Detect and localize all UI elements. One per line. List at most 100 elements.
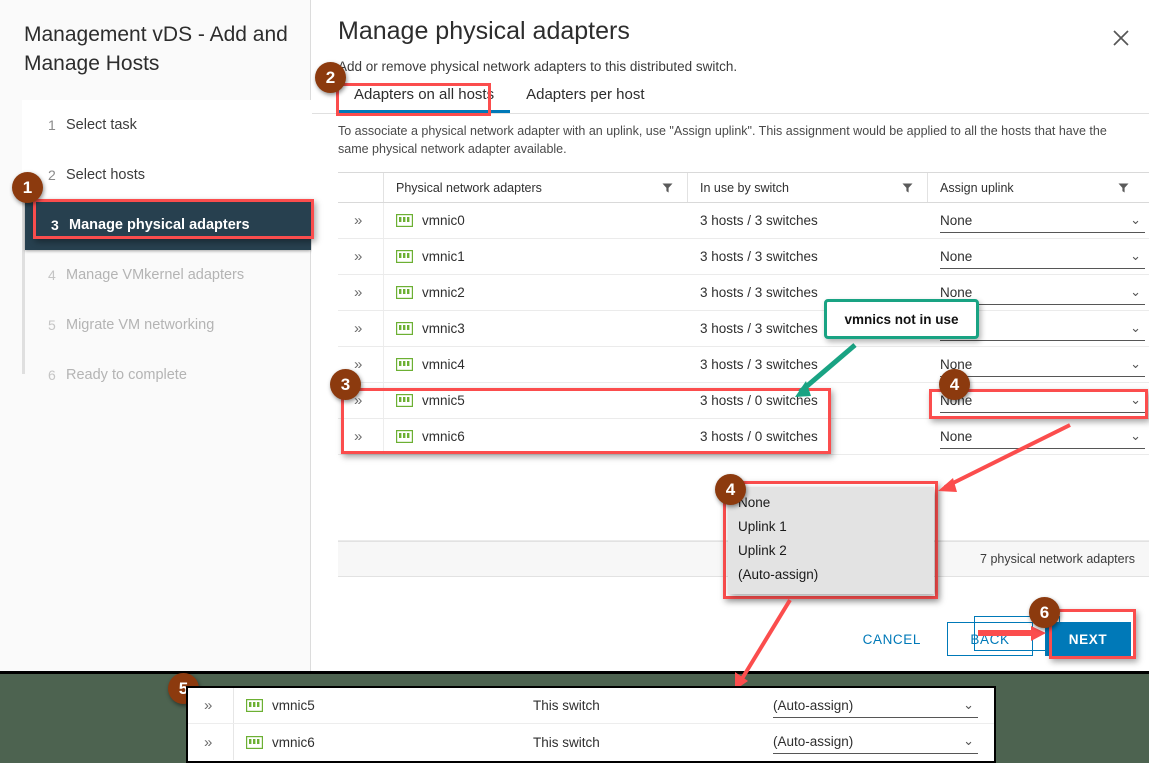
- cancel-button[interactable]: CANCEL: [849, 624, 935, 655]
- callout-badge-2: 2: [315, 62, 346, 93]
- chevron-down-icon: ⌄: [1130, 211, 1141, 227]
- chevron-right-double-icon[interactable]: »: [338, 428, 362, 445]
- adapter-name: vmnic2: [422, 285, 465, 300]
- chevron-down-icon: ⌄: [1130, 319, 1141, 335]
- chevron-down-icon: ⌄: [1130, 427, 1141, 443]
- dialog-footer: CANCEL BACK NEXT: [849, 622, 1131, 656]
- column-header-assign-uplink: Assign uplink: [927, 173, 1149, 202]
- uplink-select[interactable]: None ⌄: [940, 389, 1145, 413]
- sidebar-item-manage-physical-adapters[interactable]: 3 Manage physical adapters: [25, 200, 311, 250]
- row-expander[interactable]: »: [338, 212, 383, 229]
- chevron-right-double-icon[interactable]: »: [338, 284, 362, 301]
- dropdown-option-uplink-1[interactable]: Uplink 1: [738, 515, 934, 539]
- adapter-name: vmnic6: [272, 734, 315, 750]
- nic-card-icon: [396, 430, 413, 443]
- callout-badge-3: 3: [330, 369, 361, 400]
- close-icon[interactable]: [1107, 24, 1135, 52]
- assign-uplink-cell: (Auto-assign) ⌄: [773, 694, 994, 718]
- inset-row[interactable]: » vmnic6 This switch (Auto-assign) ⌄: [188, 724, 994, 760]
- adapter-name: vmnic5: [422, 393, 465, 408]
- inset-row[interactable]: » vmnic5 This switch (Auto-assign) ⌄: [188, 688, 994, 724]
- step-number: 4: [48, 267, 56, 283]
- column-header-label: Physical network adapters: [396, 180, 542, 195]
- table-row[interactable]: » vmnic3 3 hosts / 3 switches None ⌄: [338, 311, 1149, 347]
- adapter-name: vmnic3: [422, 321, 465, 336]
- callout-vmnics-not-in-use: vmnics not in use: [824, 299, 979, 339]
- table-row[interactable]: » vmnic1 3 hosts / 3 switches None ⌄: [338, 239, 1149, 275]
- uplink-select-value: None: [940, 248, 973, 264]
- uplink-select[interactable]: None ⌄: [940, 209, 1145, 233]
- sidebar-item-ready-to-complete[interactable]: 6 Ready to complete: [22, 350, 311, 400]
- dropdown-option-uplink-2[interactable]: Uplink 2: [738, 539, 934, 563]
- step-number: 2: [48, 167, 56, 183]
- uplink-select[interactable]: None ⌄: [940, 425, 1145, 449]
- chevron-right-double-icon[interactable]: »: [188, 734, 212, 751]
- adapter-name: vmnic5: [272, 698, 315, 713]
- row-expander[interactable]: »: [338, 320, 383, 337]
- row-expander[interactable]: »: [338, 284, 383, 301]
- tab-adapters-per-host[interactable]: Adapters per host: [510, 83, 660, 113]
- table-row[interactable]: » vmnic5 3 hosts / 0 switches None ⌄: [338, 383, 1149, 419]
- uplink-select[interactable]: None ⌄: [940, 245, 1145, 269]
- table-row[interactable]: » vmnic2 3 hosts / 3 switches None ⌄: [338, 275, 1149, 311]
- chevron-right-double-icon[interactable]: »: [188, 697, 212, 714]
- row-expander[interactable]: »: [188, 734, 233, 751]
- in-use-by-switch-cell: 3 hosts / 0 switches: [700, 429, 818, 444]
- next-button[interactable]: NEXT: [1045, 622, 1131, 656]
- row-expander[interactable]: »: [188, 697, 233, 714]
- nic-card-icon: [396, 286, 413, 299]
- adapter-name: vmnic6: [422, 429, 465, 444]
- sidebar-item-migrate-vm-networking[interactable]: 5 Migrate VM networking: [22, 300, 311, 350]
- chevron-right-double-icon[interactable]: »: [338, 320, 362, 337]
- wizard-step-list: 1 Select task 2 Select hosts 3 Manage ph…: [22, 100, 311, 400]
- sidebar-item-manage-vmkernel-adapters[interactable]: 4 Manage VMkernel adapters: [22, 250, 311, 300]
- step-label: Ready to complete: [66, 367, 187, 383]
- column-header-in-use-by-switch: In use by switch: [687, 173, 927, 202]
- chevron-down-icon: ⌄: [963, 733, 974, 748]
- table-row[interactable]: » vmnic0 3 hosts / 3 switches None ⌄: [338, 203, 1149, 239]
- callout-badge-1: 1: [12, 172, 43, 203]
- in-use-by-switch-cell: 3 hosts / 0 switches: [700, 393, 818, 408]
- table-row[interactable]: » vmnic4 3 hosts / 3 switches None ⌄: [338, 347, 1149, 383]
- step-number: 5: [48, 317, 56, 333]
- row-expander[interactable]: »: [338, 428, 383, 445]
- uplink-dropdown-menu[interactable]: None Uplink 1 Uplink 2 (Auto-assign): [728, 487, 934, 594]
- uplink-select-value: None: [940, 428, 973, 444]
- table-row[interactable]: » vmnic6 3 hosts / 0 switches None ⌄: [338, 419, 1149, 455]
- wizard-sidebar: Management vDS - Add and Manage Hosts 1 …: [0, 0, 311, 671]
- tab-adapters-on-all-hosts[interactable]: Adapters on all hosts: [338, 83, 511, 113]
- uplink-select[interactable]: (Auto-assign) ⌄: [773, 730, 978, 754]
- filter-icon[interactable]: [1118, 182, 1129, 193]
- uplink-select-value: None: [940, 284, 973, 300]
- adapter-name: vmnic0: [422, 213, 465, 228]
- sidebar-item-select-hosts[interactable]: 2 Select hosts: [22, 150, 311, 200]
- dropdown-option-auto-assign[interactable]: (Auto-assign): [738, 563, 934, 587]
- inset-result-panel: » vmnic5 This switch (Auto-assign) ⌄ » v…: [186, 686, 996, 763]
- page-title: Management vDS - Add and Manage Hosts: [24, 23, 288, 75]
- in-use-by-switch-cell: 3 hosts / 3 switches: [700, 249, 818, 264]
- step-number: 3: [51, 217, 59, 233]
- uplink-select-value: (Auto-assign): [773, 734, 854, 749]
- dialog-title: Manage physical adapters: [338, 17, 630, 45]
- chevron-right-double-icon[interactable]: »: [338, 248, 362, 265]
- table-header-row: Physical network adapters In use by swit…: [338, 172, 1149, 203]
- adapter-name-cell: vmnic5: [233, 688, 533, 723]
- sidebar-item-select-task[interactable]: 1 Select task: [22, 100, 311, 150]
- uplink-select-value: None: [940, 212, 973, 228]
- column-header-label: In use by switch: [700, 180, 789, 195]
- filter-icon[interactable]: [902, 182, 913, 193]
- tab-bar: Adapters on all hosts Adapters per host: [338, 83, 1149, 113]
- adapter-name: vmnic1: [422, 249, 465, 264]
- adapter-name-cell: vmnic6: [233, 724, 533, 760]
- uplink-select[interactable]: (Auto-assign) ⌄: [773, 694, 978, 718]
- adapter-name-cell: vmnic5: [383, 383, 687, 418]
- filter-icon[interactable]: [662, 182, 673, 193]
- chevron-down-icon: ⌄: [1130, 247, 1141, 263]
- row-expander[interactable]: »: [338, 248, 383, 265]
- dropdown-option-none[interactable]: None: [738, 491, 934, 515]
- uplink-select[interactable]: None ⌄: [940, 353, 1145, 377]
- in-use-by-switch-cell: This switch: [533, 698, 600, 713]
- chevron-right-double-icon[interactable]: »: [338, 212, 362, 229]
- step-label: Manage VMkernel adapters: [66, 267, 245, 283]
- back-button[interactable]: BACK: [947, 622, 1033, 656]
